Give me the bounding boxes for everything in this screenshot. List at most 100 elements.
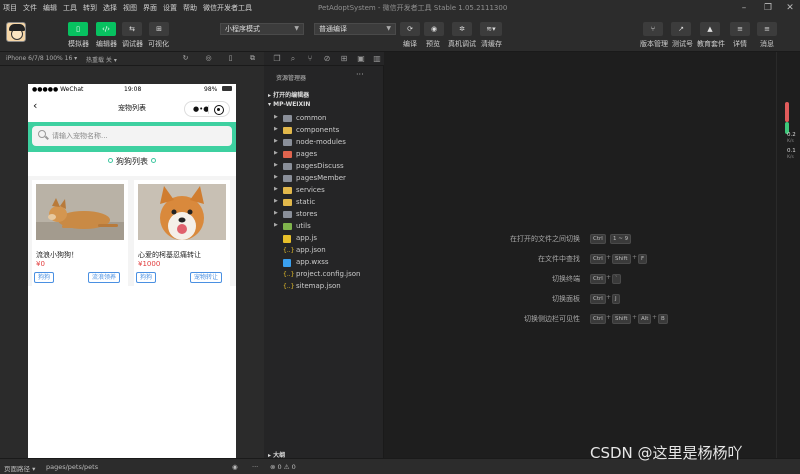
- menu-edit[interactable]: 编辑: [40, 3, 60, 13]
- menu-devtools[interactable]: 微信开发者工具: [200, 3, 255, 13]
- real-debug-button[interactable]: ✲: [452, 22, 472, 36]
- simulator-toggle-button[interactable]: ▯: [68, 22, 88, 36]
- version-button[interactable]: ⑂: [643, 22, 663, 36]
- debug-icon[interactable]: ⊘: [322, 54, 332, 64]
- folder-icon: [283, 187, 292, 194]
- record-icon[interactable]: ◎: [204, 54, 213, 63]
- tree-item-project-config[interactable]: {..} project.config.json: [274, 269, 380, 281]
- chevron-down-icon: ▼: [386, 25, 391, 32]
- more-icon[interactable]: ···: [252, 463, 258, 471]
- page-path-value: pages/pets/pets: [46, 463, 99, 471]
- minimize-icon[interactable]: –: [738, 2, 750, 14]
- layout-icon[interactable]: ▥: [372, 54, 382, 64]
- clear-cache-button[interactable]: ≋▾: [480, 22, 502, 36]
- dog-photo-2: [138, 184, 226, 240]
- device-select[interactable]: iPhone 6/7/8 100% 16 ▾: [6, 55, 77, 62]
- more-icon[interactable]: ···: [356, 70, 364, 79]
- tree-item-app-js[interactable]: app.js: [274, 233, 380, 245]
- preview-button[interactable]: ◉: [424, 22, 444, 36]
- mode-select-value: 小程序模式: [225, 25, 260, 33]
- debugger-toggle-button[interactable]: ⇆: [122, 22, 142, 36]
- phone-nav-bar: ‹ 宠物列表 ●•●: [28, 94, 236, 122]
- maximize-icon[interactable]: ❐: [762, 2, 774, 14]
- menu-tools[interactable]: 工具: [60, 3, 80, 13]
- pet-tag[interactable]: 宠物转让: [190, 272, 223, 283]
- files-icon[interactable]: ❐: [272, 54, 282, 64]
- more-dots-icon[interactable]: ●•●: [193, 105, 209, 113]
- close-target-icon[interactable]: [214, 105, 224, 115]
- edu-button[interactable]: ▲: [700, 22, 720, 36]
- phone-icon[interactable]: ▯: [226, 54, 235, 63]
- messages-button[interactable]: ≡: [757, 22, 777, 36]
- pet-card[interactable]: 心爱的柯基忍痛转让 ¥1000 狗狗 宠物转让: [134, 180, 230, 286]
- tree-item-static[interactable]: ▶ static: [274, 197, 380, 209]
- pet-card[interactable]: 流浪小狗狗！ ¥0 狗狗 流浪领养: [32, 180, 128, 286]
- save-icon[interactable]: ▣: [356, 54, 366, 64]
- menu-file[interactable]: 文件: [20, 3, 40, 13]
- visual-toggle-button[interactable]: ⊞: [149, 22, 169, 36]
- extensions-icon[interactable]: ⊞: [339, 54, 349, 64]
- menu-icon: ≡: [737, 25, 743, 33]
- pet-tag[interactable]: 狗狗: [34, 272, 55, 283]
- circle-icon: [108, 158, 113, 163]
- tree-item-pagesmember[interactable]: ▶ pagesMember: [274, 173, 380, 185]
- hotreload-select[interactable]: 热重载 关 ▾: [86, 55, 117, 64]
- toolbar: ▯ 模拟器 ‹/› 编辑器 ⇆ 调试器 ⊞ 可视化 小程序模式 ▼ 普通编译 ▼…: [0, 16, 800, 52]
- debugger-label: 调试器: [122, 40, 143, 48]
- search-box[interactable]: [32, 126, 232, 146]
- refresh-icon[interactable]: ↻: [181, 54, 190, 63]
- tree-item-sitemap[interactable]: {..} sitemap.json: [274, 281, 380, 293]
- tree-item-stores[interactable]: ▶ stores: [274, 209, 380, 221]
- branch-icon[interactable]: ⑂: [305, 54, 315, 64]
- menu-view[interactable]: 视图: [120, 3, 140, 13]
- shortcut-key: F: [638, 254, 648, 264]
- tree-item-utils[interactable]: ▶ utils: [274, 221, 380, 233]
- problems-counter[interactable]: ⊗ 0 ⚠ 0: [270, 463, 296, 471]
- tree-item-services[interactable]: ▶ services: [274, 185, 380, 197]
- window-title: PetAdoptSystem - 微信开发者工具 Stable 1.05.211…: [318, 4, 508, 12]
- plus-sign: +: [606, 254, 612, 261]
- shortcut-key: J: [612, 294, 620, 304]
- project-section[interactable]: ▾ MP-WEIXIN: [268, 101, 310, 108]
- avatar[interactable]: [6, 22, 26, 42]
- pet-tag[interactable]: 流浪领养: [88, 272, 121, 283]
- tree-item-node-modules[interactable]: ▶ node-modules: [274, 137, 380, 149]
- open-editors-section[interactable]: ▸ 打开的编辑器: [268, 90, 309, 99]
- tree-item-common[interactable]: ▶ common: [274, 113, 380, 125]
- compile-button[interactable]: ⟳: [400, 22, 420, 36]
- tree-item-app-wxss[interactable]: app.wxss: [274, 257, 380, 269]
- version-label: 版本管理: [640, 40, 668, 48]
- test-account-button[interactable]: ↗: [671, 22, 691, 36]
- folder-icon: [283, 139, 292, 146]
- tree-item-pagesdiscuss[interactable]: ▶ pagesDiscuss: [274, 161, 380, 173]
- mode-select[interactable]: 小程序模式 ▼: [220, 23, 304, 35]
- editor-toggle-button[interactable]: ‹/›: [96, 22, 116, 36]
- menu-interface[interactable]: 界面: [140, 3, 160, 13]
- details-button[interactable]: ≡: [730, 22, 750, 36]
- pet-name: 心爱的柯基忍痛转让: [138, 251, 201, 259]
- menu-goto[interactable]: 转到: [80, 3, 100, 13]
- pet-tag[interactable]: 狗狗: [136, 272, 157, 283]
- compile-select[interactable]: 普通编译 ▼: [314, 23, 396, 35]
- tree-item-pages[interactable]: ▶ pages: [274, 149, 380, 161]
- phone-screen: ●●●●● WeChat 19:08 98% ‹ 宠物列表 ●•● 狗狗列表: [28, 84, 236, 458]
- tree-item-components[interactable]: ▶ components: [274, 125, 380, 137]
- section-title: 狗狗列表: [28, 156, 236, 167]
- js-file-icon: [283, 235, 291, 243]
- search-input[interactable]: [52, 129, 222, 142]
- menu-help[interactable]: 帮助: [180, 3, 200, 13]
- menu-settings[interactable]: 设置: [160, 3, 180, 13]
- tree-item-app-json[interactable]: {..} app.json: [274, 245, 380, 257]
- dog-photo-1: [36, 184, 124, 240]
- capsule-menu[interactable]: ●•●: [184, 101, 230, 117]
- close-icon[interactable]: ✕: [784, 2, 796, 14]
- tree-item-label: static: [296, 198, 316, 206]
- menu-select[interactable]: 选择: [100, 3, 120, 13]
- chevron-right-icon: ▶: [274, 174, 278, 180]
- eye-icon[interactable]: ◉: [232, 463, 238, 471]
- shortcut-row: 切换终端 Ctrl + `: [384, 274, 776, 286]
- page-path-label[interactable]: 页面路径 ▾: [4, 463, 35, 473]
- menu-project[interactable]: 项目: [0, 3, 20, 13]
- search-icon[interactable]: ⌕: [288, 54, 298, 64]
- window-icon[interactable]: ⧉: [248, 54, 257, 63]
